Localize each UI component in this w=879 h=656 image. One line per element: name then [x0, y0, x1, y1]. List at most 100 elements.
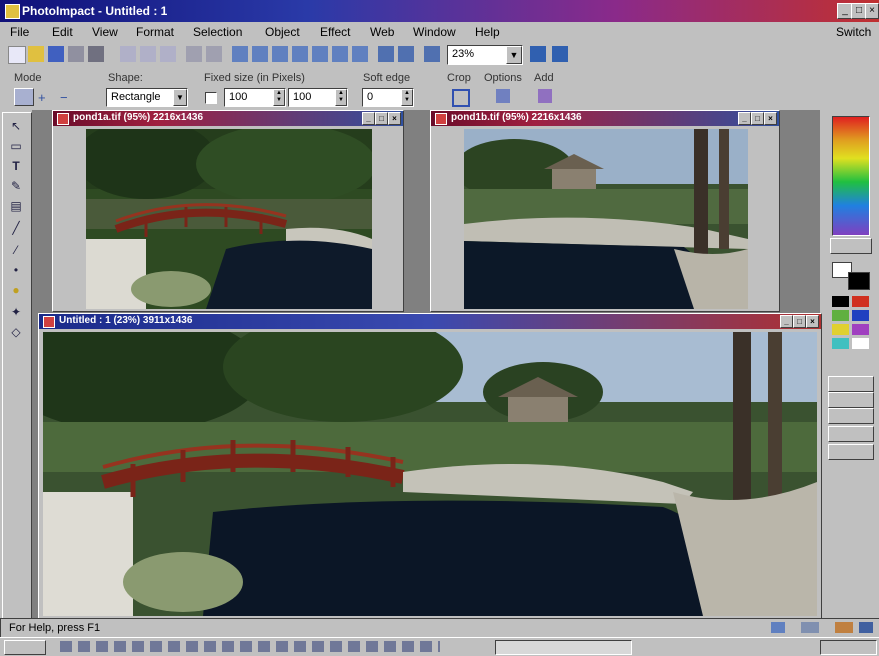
layer-icon[interactable]	[232, 46, 248, 62]
undo-icon[interactable]	[186, 46, 202, 62]
menu-edit[interactable]: Edit	[52, 25, 73, 39]
zoom-select[interactable]: 23% ▼	[447, 45, 523, 65]
mode-add-icon[interactable]: +	[38, 90, 54, 105]
width-field[interactable]: 100 ▲ ▼	[224, 88, 286, 107]
palette-swatch[interactable]	[832, 310, 849, 321]
options-icon[interactable]	[496, 89, 510, 103]
color-spectrum[interactable]	[832, 116, 870, 236]
panel-button-3[interactable]	[828, 408, 874, 424]
menu-selection[interactable]: Selection	[193, 25, 242, 39]
brush-tool-icon[interactable]: ╱	[9, 221, 23, 235]
resize-icon[interactable]	[332, 46, 348, 62]
print-icon[interactable]	[88, 46, 104, 62]
quick-launch-icons[interactable]	[60, 641, 440, 652]
document-minimize-button[interactable]: _	[780, 315, 793, 328]
document-window-pond1b[interactable]: pond1b.tif (95%) 2216x1436 _ □ ×	[430, 110, 780, 312]
crop-icon[interactable]	[312, 46, 328, 62]
panel-button-2[interactable]	[828, 392, 874, 408]
document-close-button[interactable]: ×	[806, 315, 819, 328]
new-icon[interactable]	[8, 46, 26, 64]
flip-icon[interactable]	[292, 46, 308, 62]
menu-window[interactable]: Window	[413, 25, 456, 39]
document-minimize-button[interactable]: _	[738, 112, 751, 125]
foreground-color-swatch[interactable]	[848, 272, 870, 290]
palette-swatch[interactable]	[832, 338, 849, 349]
save-icon[interactable]	[48, 46, 64, 62]
menu-file[interactable]: File	[10, 25, 29, 39]
document-window-untitled[interactable]: Untitled : 1 (23%) 3911x1436 _ □ ×	[38, 313, 822, 620]
paint-tool-icon[interactable]: ✎	[9, 179, 23, 193]
mode-subtract-icon[interactable]: −	[60, 90, 76, 105]
pick-tool-icon[interactable]: ↖	[9, 119, 23, 133]
retouch-tool-icon[interactable]: •	[9, 263, 23, 277]
tool-panel: ↖ ▭ T ✎ ▤ ╱ ⁄ • ● ✦ ◇	[2, 112, 32, 619]
add-icon[interactable]	[538, 89, 552, 103]
palette-swatch[interactable]	[832, 296, 849, 307]
document-maximize-button[interactable]: □	[375, 112, 388, 125]
document-minimize-button[interactable]: _	[362, 112, 375, 125]
fill-tool-icon[interactable]: ●	[9, 283, 23, 297]
document-close-button[interactable]: ×	[764, 112, 777, 125]
app-icon	[5, 4, 20, 19]
zoom-icon[interactable]	[424, 46, 440, 62]
height-field[interactable]: 100 ▲ ▼	[288, 88, 348, 107]
document-window-pond1a[interactable]: pond1a.tif (95%) 2216x1436 _ □ ×	[52, 110, 404, 312]
palette-swatch[interactable]	[852, 310, 869, 321]
document-maximize-button[interactable]: □	[751, 112, 764, 125]
text-tool-icon[interactable]: T	[9, 159, 23, 173]
shape-select[interactable]: Rectangle ▼	[106, 88, 188, 107]
cut-icon[interactable]	[120, 46, 136, 62]
color-picker-button[interactable]	[830, 238, 872, 254]
menu-view[interactable]: View	[92, 25, 118, 39]
menu-object[interactable]: Object	[265, 25, 300, 39]
height-spinner[interactable]: ▲ ▼	[335, 89, 347, 106]
document-title: pond1b.tif (95%) 2216x1436	[451, 112, 582, 123]
clone-tool-icon[interactable]: ✦	[9, 305, 23, 319]
menu-format[interactable]: Format	[136, 25, 174, 39]
close-button[interactable]: ×	[865, 3, 879, 19]
eraser-icon[interactable]: ◇	[9, 325, 23, 339]
preview-icon[interactable]	[378, 46, 394, 62]
paste-icon[interactable]	[160, 46, 176, 62]
palette-swatch[interactable]	[852, 324, 869, 335]
panel-button-1[interactable]	[828, 376, 874, 392]
path-tool-icon[interactable]: ▤	[9, 199, 23, 213]
menu-effect[interactable]: Effect	[320, 25, 350, 39]
menu-help[interactable]: Help	[475, 25, 500, 39]
scan-icon[interactable]	[68, 46, 84, 62]
taskbar-button[interactable]	[495, 640, 632, 655]
crop-icon[interactable]	[452, 89, 470, 107]
effect-icon[interactable]	[352, 46, 368, 62]
chevron-down-icon[interactable]: ▼	[173, 89, 187, 106]
panel-button-4[interactable]	[828, 426, 874, 442]
menu-switch[interactable]: Switch	[836, 25, 871, 39]
copy-icon[interactable]	[140, 46, 156, 62]
fit-window-icon[interactable]	[530, 46, 546, 62]
menu-web[interactable]: Web	[370, 25, 394, 39]
shape-label: Shape:	[108, 72, 143, 84]
fixed-size-checkbox[interactable]	[205, 92, 217, 104]
status-icon	[801, 622, 819, 633]
panel-button-5[interactable]	[828, 444, 874, 460]
merge-icon[interactable]	[252, 46, 268, 62]
palette-swatch[interactable]	[832, 324, 849, 335]
chevron-down-icon[interactable]: ▼	[506, 46, 522, 64]
soft-edge-field[interactable]: 0 ▲ ▼	[362, 88, 414, 107]
photo-pond1a	[86, 129, 372, 309]
document-maximize-button[interactable]: □	[793, 315, 806, 328]
width-spinner[interactable]: ▲ ▼	[273, 89, 285, 106]
help-pointer-icon[interactable]	[552, 46, 568, 62]
web-icon[interactable]	[398, 46, 414, 62]
selection-tool-icon[interactable]: ▭	[9, 139, 23, 153]
palette-swatch[interactable]	[852, 338, 869, 349]
attribute-toolbar: Mode + − Shape: Rectangle ▼ Fixed size (…	[0, 68, 879, 110]
mode-new-icon[interactable]	[14, 88, 34, 106]
soft-edge-spinner[interactable]: ▲ ▼	[401, 89, 413, 106]
document-close-button[interactable]: ×	[388, 112, 401, 125]
eyedropper-icon[interactable]: ⁄	[9, 243, 23, 257]
redo-icon[interactable]	[206, 46, 222, 62]
rotate-icon[interactable]	[272, 46, 288, 62]
start-button[interactable]	[4, 640, 46, 655]
palette-swatch[interactable]	[852, 296, 869, 307]
open-icon[interactable]	[28, 46, 44, 62]
